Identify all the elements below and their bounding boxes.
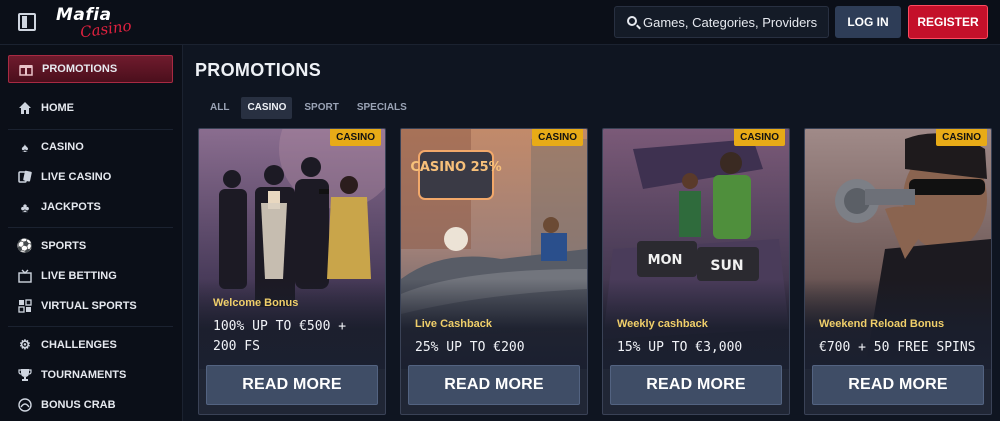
card-headline: 15% UP TO €3,000 (617, 340, 743, 355)
sidebar-item-label: LIVE BETTING (41, 270, 117, 282)
sidebar-item-label: PROMOTIONS (42, 63, 118, 75)
tab-sport[interactable]: SPORT (298, 97, 344, 119)
read-more-button[interactable]: READ MORE (610, 365, 782, 405)
tab-casino[interactable]: CASINO (241, 97, 293, 119)
football-icon: ⚽ (16, 238, 34, 253)
category-tabs: ALL CASINO SPORT SPECIALS (204, 97, 419, 119)
home-icon (17, 100, 33, 116)
art-sun-label: SUN (710, 258, 743, 274)
trophy-icon (17, 367, 33, 383)
gear-icon: ⚙ (19, 337, 31, 352)
sidebar-item-label: BONUS CRAB (41, 399, 116, 411)
sidebar-item-casino[interactable]: ♠ CASINO (8, 133, 173, 161)
tab-all[interactable]: ALL (204, 97, 235, 119)
read-more-button[interactable]: READ MORE (812, 365, 984, 405)
search-input[interactable] (643, 7, 828, 37)
sidebar-divider (8, 227, 173, 228)
sidebar-item-challenges[interactable]: ⚙ CHALLENGES (8, 331, 173, 359)
tab-specials[interactable]: SPECIALS (351, 97, 413, 119)
gift-icon (18, 61, 34, 77)
live-icon (17, 268, 33, 284)
logo[interactable]: Mafia Casino (56, 5, 140, 42)
read-more-button[interactable]: READ MORE (206, 365, 378, 405)
cards-icon (17, 169, 33, 185)
card-headline: 100% UP TO €500 + 200 FS (213, 319, 347, 354)
sidebar-divider (8, 326, 173, 327)
sidebar-item-home[interactable]: HOME (8, 94, 173, 122)
art-mon-label: MON (648, 253, 683, 268)
casino-badge: CASINO (734, 129, 785, 146)
read-more-button[interactable]: READ MORE (408, 365, 580, 405)
sidebar-item-tournaments[interactable]: TOURNAMENTS (8, 361, 173, 389)
art-casino-sign: CASINO 25% (410, 160, 501, 175)
sidebar-item-label: CASINO (41, 141, 84, 153)
promo-card[interactable]: CASINO 25% CASINO Live Cashback 25% UP T… (400, 128, 588, 415)
search-icon (627, 16, 637, 26)
spade-icon: ♠ (21, 139, 29, 155)
card-subtitle: Live Cashback (415, 318, 493, 330)
search-box[interactable] (614, 6, 829, 38)
crab-icon (17, 397, 33, 413)
promo-card[interactable]: MON SUN CASINO Weekly cashback 15% UP TO… (602, 128, 790, 415)
sidebar-divider (8, 129, 173, 130)
sidebar: PROMOTIONS HOME ♠ CASINO LIVE CASINO ♣ J… (0, 45, 183, 421)
card-headline: 25% UP TO €200 (415, 340, 525, 355)
card-subtitle: Weekend Reload Bonus (819, 318, 945, 330)
sidebar-item-bonus-crab[interactable]: BONUS CRAB (8, 391, 173, 419)
virtual-icon (17, 298, 33, 314)
sidebar-item-label: JACKPOTS (41, 201, 101, 213)
sidebar-item-label: TOURNAMENTS (41, 369, 127, 381)
sidebar-item-label: HOME (41, 102, 74, 114)
sidebar-item-label: SPORTS (41, 240, 87, 252)
sidebar-item-jackpots[interactable]: ♣ JACKPOTS (8, 193, 173, 221)
sidebar-item-label: CHALLENGES (41, 339, 117, 351)
card-subtitle: Weekly cashback (617, 318, 708, 330)
sidebar-item-promotions[interactable]: PROMOTIONS (8, 55, 173, 83)
sidebar-toggle-icon[interactable] (18, 13, 36, 31)
sidebar-item-label: VIRTUAL SPORTS (41, 300, 137, 312)
login-button[interactable]: LOG IN (835, 6, 901, 38)
sidebar-item-live-betting[interactable]: LIVE BETTING (8, 262, 173, 290)
casino-badge: CASINO (936, 129, 987, 146)
sidebar-item-virtual-sports[interactable]: VIRTUAL SPORTS (8, 292, 173, 320)
sidebar-item-sports[interactable]: ⚽ SPORTS (8, 232, 173, 260)
casino-badge: CASINO (330, 129, 381, 146)
clover-icon: ♣ (20, 199, 30, 215)
top-header: Mafia Casino LOG IN REGISTER (0, 0, 1000, 45)
card-headline: €700 + 50 FREE SPINS (819, 340, 976, 355)
register-button[interactable]: REGISTER (908, 5, 988, 39)
promo-cards: CASINO Welcome Bonus 100% UP TO €500 + 2… (198, 128, 998, 421)
main-content: PROMOTIONS ALL CASINO SPORT SPECIALS CAS… (184, 46, 1000, 421)
promo-card[interactable]: CASINO Weekend Reload Bonus €700 + 50 FR… (804, 128, 992, 415)
casino-badge: CASINO (532, 129, 583, 146)
page-title: PROMOTIONS (195, 60, 322, 80)
card-subtitle: Welcome Bonus (213, 297, 299, 309)
promo-card[interactable]: CASINO Welcome Bonus 100% UP TO €500 + 2… (198, 128, 386, 415)
sidebar-item-live-casino[interactable]: LIVE CASINO (8, 163, 173, 191)
sidebar-item-label: LIVE CASINO (41, 171, 112, 183)
